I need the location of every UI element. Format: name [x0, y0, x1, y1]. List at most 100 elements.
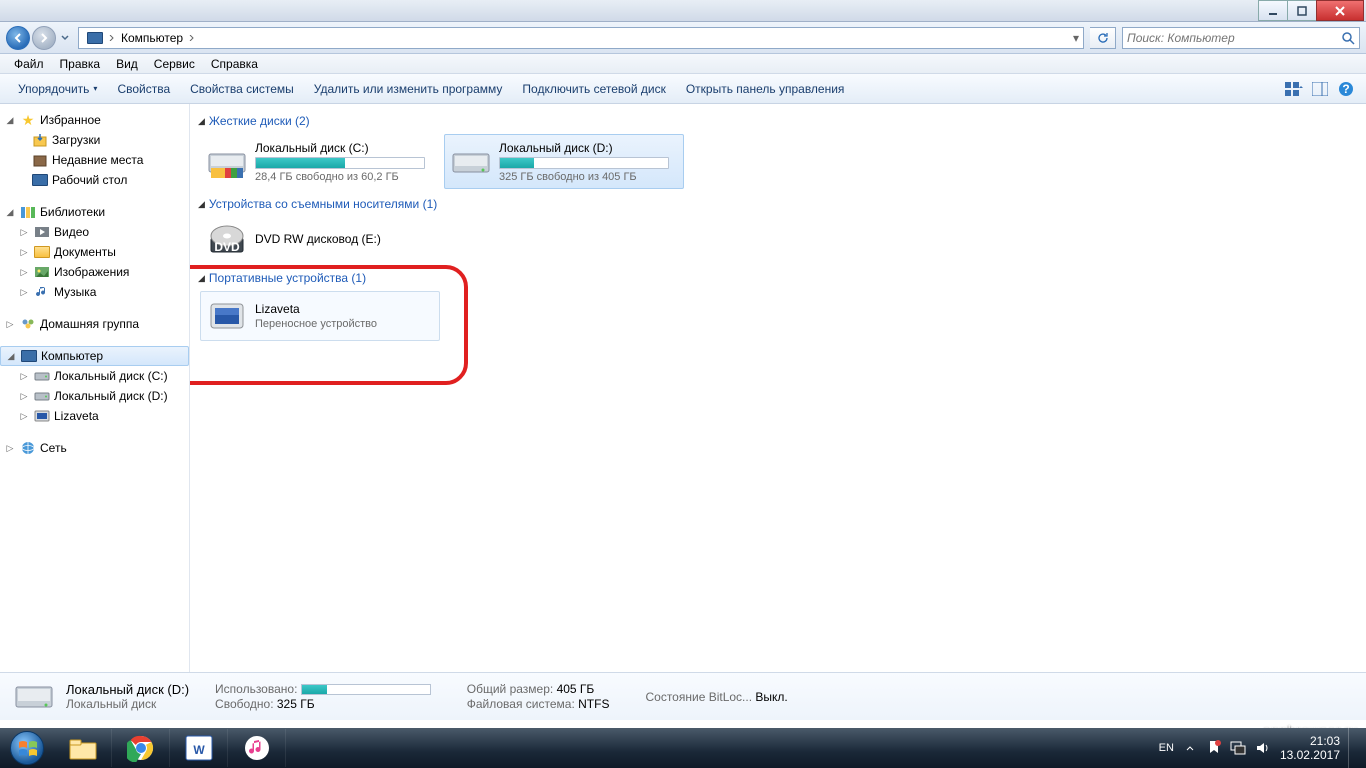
section-hard-drives[interactable]: ◢Жесткие диски (2)	[198, 114, 1358, 128]
section-portable[interactable]: ◢ Портативные устройства (1)	[198, 271, 1358, 285]
section-label: Устройства со съемными носителями (1)	[209, 197, 437, 211]
tray-chevron-up-icon[interactable]	[1182, 740, 1198, 756]
tree-label: Музыка	[54, 285, 96, 299]
tree-label: Домашняя группа	[40, 317, 139, 331]
drive-name: Локальный диск (C:)	[255, 141, 435, 155]
tree-label: Загрузки	[52, 133, 100, 147]
tree-label: Локальный диск (D:)	[54, 389, 168, 403]
collapse-icon[interactable]: ◢	[198, 199, 205, 210]
desktop-icon	[32, 172, 48, 188]
collapse-icon[interactable]: ◢	[5, 351, 17, 362]
drive-name: Lizaveta	[255, 302, 435, 316]
breadcrumb-computer[interactable]: Компьютер	[117, 28, 187, 48]
history-dropdown[interactable]	[58, 26, 72, 50]
drive-tile-dvd[interactable]: DVD DVD RW дисковод (E:)	[200, 217, 440, 263]
menu-view[interactable]: Вид	[108, 55, 146, 73]
organize-button[interactable]: Упорядочить	[8, 78, 107, 100]
refresh-button[interactable]	[1090, 27, 1116, 49]
taskbar-itunes[interactable]	[228, 729, 286, 767]
expand-icon[interactable]: ▷	[18, 391, 30, 402]
tree-documents[interactable]: ▷Документы	[0, 242, 189, 262]
taskbar-explorer[interactable]	[54, 729, 112, 767]
collapse-icon[interactable]: ◢	[4, 115, 16, 126]
section-removable[interactable]: ◢ Устройства со съемными носителями (1)	[198, 197, 1358, 211]
homegroup-icon	[20, 316, 36, 332]
windows-logo-icon	[10, 731, 44, 765]
forward-button[interactable]	[32, 26, 56, 50]
drive-name: DVD RW дисковод (E:)	[255, 232, 435, 246]
tree-label: Библиотеки	[40, 205, 105, 219]
expand-icon[interactable]: ▷	[18, 267, 30, 278]
tree-pictures[interactable]: ▷Изображения	[0, 262, 189, 282]
menu-tools[interactable]: Сервис	[146, 55, 203, 73]
tree-local-disk-d[interactable]: ▷ Локальный диск (D:)	[0, 386, 189, 406]
start-button[interactable]	[0, 728, 54, 768]
tree-homegroup[interactable]: ▷ Домашняя группа	[0, 314, 189, 334]
taskbar: W EN 21:03 13.02.2017	[0, 728, 1366, 768]
expand-icon[interactable]: ▷	[18, 371, 30, 382]
menu-help[interactable]: Справка	[203, 55, 266, 73]
show-desktop-button[interactable]	[1348, 728, 1358, 768]
maximize-button[interactable]	[1287, 0, 1317, 21]
expand-icon[interactable]: ▷	[18, 411, 30, 422]
collapse-icon[interactable]: ◢	[4, 207, 16, 218]
navigation-bar: Компьютер ▾	[0, 22, 1366, 54]
expand-icon[interactable]: ▷	[4, 443, 16, 454]
tree-recent-places[interactable]: Недавние места	[0, 150, 189, 170]
tree-label: Недавние места	[52, 153, 143, 167]
tree-music[interactable]: ▷ Музыка	[0, 282, 189, 302]
expand-icon[interactable]: ▷	[18, 287, 30, 298]
tree-downloads[interactable]: Загрузки	[0, 130, 189, 150]
collapse-icon[interactable]: ◢	[198, 116, 205, 127]
search-input[interactable]	[1127, 31, 1341, 45]
back-button[interactable]	[6, 26, 30, 50]
drive-tile-lizaveta[interactable]: Lizaveta Переносное устройство	[200, 291, 440, 341]
control-panel-button[interactable]: Открыть панель управления	[676, 78, 855, 100]
address-dropdown-icon[interactable]: ▾	[1073, 31, 1079, 45]
details-type: Локальный диск	[66, 697, 189, 711]
section-label: Портативные устройства (1)	[209, 271, 366, 285]
tree-lizaveta[interactable]: ▷Lizaveta	[0, 406, 189, 426]
svg-text:DVD: DVD	[214, 240, 240, 254]
system-properties-button[interactable]: Свойства системы	[180, 78, 304, 100]
view-options-button[interactable]	[1282, 77, 1306, 101]
hard-drive-icon	[205, 140, 249, 184]
language-indicator[interactable]: EN	[1159, 742, 1174, 754]
tree-favorites[interactable]: ◢ ★ Избранное	[0, 110, 189, 130]
minimize-button[interactable]	[1258, 0, 1288, 21]
tree-videos[interactable]: ▷Видео	[0, 222, 189, 242]
tree-libraries[interactable]: ◢ Библиотеки	[0, 202, 189, 222]
system-clock[interactable]: 21:03 13.02.2017	[1280, 734, 1340, 763]
tree-local-disk-c[interactable]: ▷Локальный диск (C:)	[0, 366, 189, 386]
clock-time: 21:03	[1280, 734, 1340, 748]
network-icon	[20, 440, 36, 456]
taskbar-chrome[interactable]	[112, 729, 170, 767]
tree-network[interactable]: ▷Сеть	[0, 438, 189, 458]
svg-text:?: ?	[1342, 82, 1349, 96]
menu-edit[interactable]: Правка	[52, 55, 109, 73]
network-icon[interactable]	[1230, 740, 1246, 756]
expand-icon[interactable]: ▷	[18, 247, 30, 258]
action-center-icon[interactable]	[1206, 740, 1222, 756]
close-button[interactable]	[1316, 0, 1364, 21]
volume-icon[interactable]	[1254, 740, 1270, 756]
expand-icon[interactable]: ▷	[4, 319, 16, 330]
tree-computer[interactable]: ◢Компьютер	[0, 346, 189, 366]
taskbar-word[interactable]: W	[170, 729, 228, 767]
star-icon: ★	[20, 112, 36, 128]
drive-icon	[34, 388, 50, 404]
address-bar[interactable]: Компьютер ▾	[78, 27, 1084, 49]
help-button[interactable]: ?	[1334, 77, 1358, 101]
preview-pane-button[interactable]	[1308, 77, 1332, 101]
menu-file[interactable]: Файл	[6, 55, 52, 73]
collapse-icon[interactable]: ◢	[198, 273, 205, 284]
uninstall-button[interactable]: Удалить или изменить программу	[304, 78, 513, 100]
search-box[interactable]	[1122, 27, 1360, 49]
drive-tile-c[interactable]: Локальный диск (C:) 28,4 ГБ свободно из …	[200, 134, 440, 189]
computer-icon	[21, 348, 37, 364]
expand-icon[interactable]: ▷	[18, 227, 30, 238]
properties-button[interactable]: Свойства	[107, 78, 180, 100]
drive-tile-d[interactable]: Локальный диск (D:) 325 ГБ свободно из 4…	[444, 134, 684, 189]
map-network-drive-button[interactable]: Подключить сетевой диск	[512, 78, 675, 100]
tree-desktop[interactable]: Рабочий стол	[0, 170, 189, 190]
